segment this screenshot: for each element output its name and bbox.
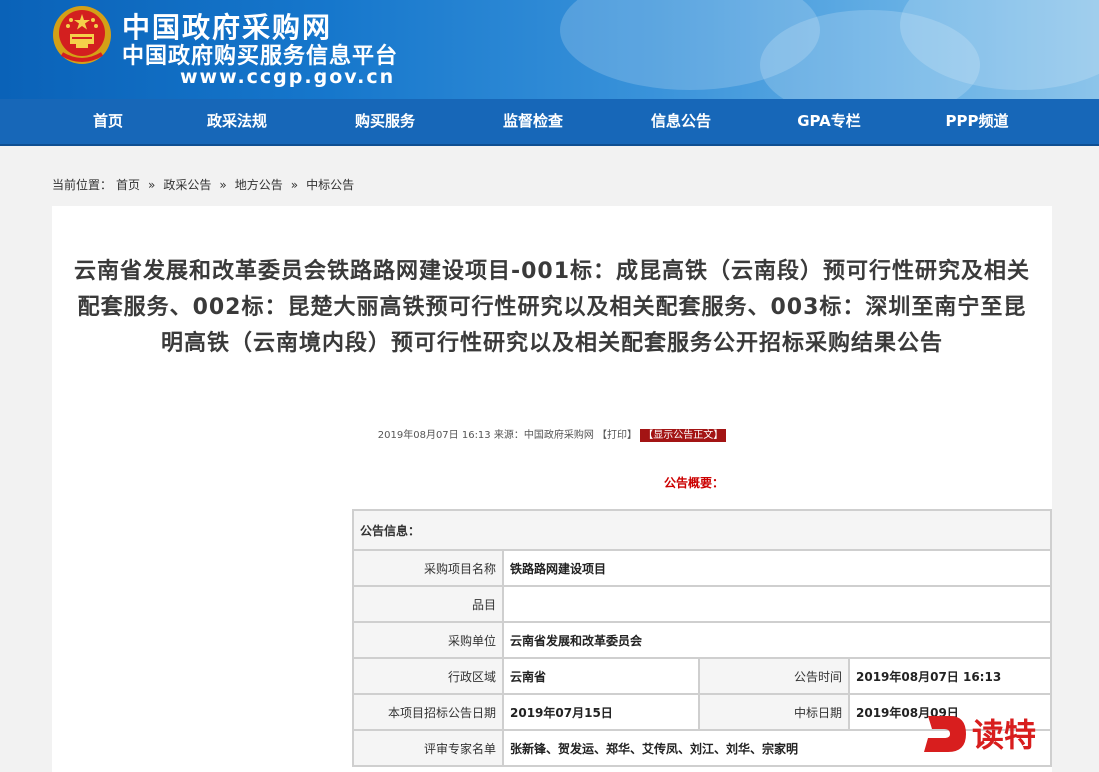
site-header: 中国政府采购网 中国政府购买服务信息平台 www.ccgp.gov.cn — [0, 0, 1099, 99]
purchaser-label: 采购单位 — [352, 621, 504, 659]
experts-label: 评审专家名单 — [352, 729, 504, 767]
region-value: 云南省 — [502, 657, 700, 695]
item-label: 品目 — [352, 585, 504, 623]
table-row: 行政区域 云南省 公告时间 2019年08月07日 16:13 — [352, 657, 1052, 695]
article-container: 云南省发展和改革委员会铁路路网建设项目-001标：成昆高铁（云南段）预可行性研究… — [52, 206, 1052, 772]
publish-time-label: 公告时间 — [698, 657, 850, 695]
article-meta-text: 2019年08月07日 16:13 来源：中国政府采购网 — [377, 430, 598, 441]
purchaser-value: 云南省发展和改革委员会 — [502, 621, 1052, 659]
breadcrumb-separator: » — [290, 178, 299, 192]
nav-regulations[interactable]: 政采法规 — [192, 99, 282, 144]
tender-date-label: 本项目招标公告日期 — [352, 693, 504, 731]
breadcrumb-award[interactable]: 中标公告 — [306, 178, 354, 192]
main-nav: 首页 政采法规 购买服务 监督检查 信息公告 GPA专栏 PPP频道 — [0, 99, 1099, 146]
dute-watermark-logo: 读特 — [924, 716, 1036, 754]
table-row: 品目 — [352, 585, 1052, 623]
nav-purchase-services[interactable]: 购买服务 — [340, 99, 430, 144]
print-link[interactable]: 【打印】 — [597, 430, 637, 441]
site-url: www.ccgp.gov.cn — [180, 66, 396, 88]
breadcrumb-prefix: 当前位置： — [52, 178, 113, 192]
breadcrumb: 当前位置： 首页 » 政采公告 » 地方公告 » 中标公告 — [52, 176, 358, 193]
tender-date-value: 2019年07月15日 — [502, 693, 700, 731]
publish-time-value: 2019年08月07日 16:13 — [848, 657, 1052, 695]
award-date-label: 中标日期 — [698, 693, 850, 731]
breadcrumb-procurement[interactable]: 政采公告 — [163, 178, 211, 192]
table-row: 采购单位 云南省发展和改革委员会 — [352, 621, 1052, 659]
info-table-header: 公告信息： — [352, 509, 1052, 551]
article-meta: 2019年08月07日 16:13 来源：中国政府采购网 【打印】 【显示公告正… — [52, 426, 1052, 442]
region-label: 行政区域 — [352, 657, 504, 695]
nav-ppp[interactable]: PPP频道 — [932, 99, 1022, 144]
project-name-label: 采购项目名称 — [352, 549, 504, 587]
nav-announcements[interactable]: 信息公告 — [636, 99, 726, 144]
summary-label: 公告概要： — [664, 476, 725, 490]
article-title: 云南省发展和改革委员会铁路路网建设项目-001标：成昆高铁（云南段）预可行性研究… — [73, 259, 1031, 356]
watermark-text: 读特 — [972, 716, 1036, 754]
nav-home[interactable]: 首页 — [68, 99, 148, 144]
show-full-text-button[interactable]: 【显示公告正文】 — [640, 429, 727, 442]
project-name-value: 铁路路网建设项目 — [502, 549, 1052, 587]
national-emblem-icon[interactable] — [52, 4, 112, 66]
breadcrumb-separator: » — [219, 178, 227, 192]
table-row: 公告信息： — [352, 509, 1052, 551]
nav-gpa[interactable]: GPA专栏 — [784, 99, 874, 144]
table-row: 采购项目名称 铁路路网建设项目 — [352, 549, 1052, 587]
nav-supervision[interactable]: 监督检查 — [488, 99, 578, 144]
item-value — [502, 585, 1052, 623]
breadcrumb-local[interactable]: 地方公告 — [235, 178, 283, 192]
breadcrumb-home[interactable]: 首页 — [116, 178, 140, 192]
breadcrumb-separator: » — [148, 178, 156, 192]
